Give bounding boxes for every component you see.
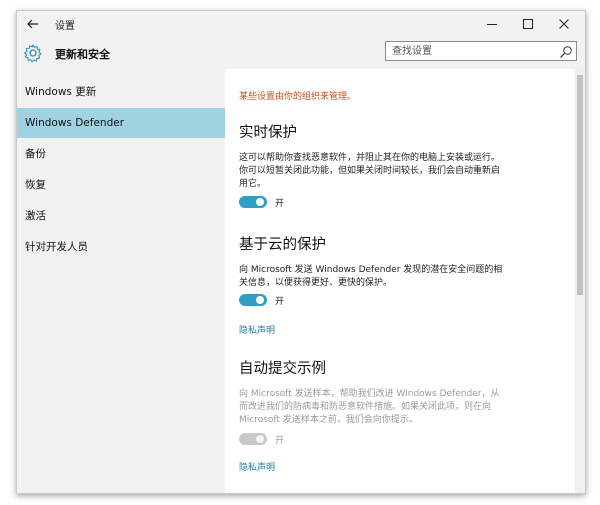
gear-icon: [24, 44, 42, 63]
cloud-protection-heading: 基于云的保护: [239, 237, 326, 253]
sidebar-item-windows-update[interactable]: Windows 更新: [17, 77, 225, 107]
toggle-knob: [256, 296, 264, 304]
sample-submission-toggle[interactable]: [239, 433, 267, 445]
description-line: 而改进我们的防病毒和防恶意软件措施。如果关闭此项，则在向: [239, 402, 492, 412]
sidebar-item-label: Windows 更新: [25, 86, 97, 98]
sample-submission-toggle-row: 开: [239, 432, 284, 446]
cloud-protection-description: 向 Microsoft 发送 Windows Defender 发现的潜在安全问…: [239, 264, 549, 290]
close-button[interactable]: [547, 11, 581, 37]
cloud-protection-toggle[interactable]: [239, 294, 267, 306]
sidebar-item-label: 恢复: [25, 179, 46, 191]
sidebar-item-recovery[interactable]: 恢复: [17, 170, 225, 200]
arrow-left-icon: [27, 19, 38, 29]
sample-submission-description: 向 Microsoft 发送样本，帮助我们改进 Windows Defender…: [239, 388, 549, 427]
sample-submission-heading: 自动提交示例: [239, 361, 326, 377]
sidebar-item-label: 针对开发人员: [25, 241, 88, 253]
realtime-protection-description: 这可以帮助你查找恶意软件，并阻止其在你的电脑上安装或运行。 你可以短暂关闭此功能…: [239, 152, 549, 191]
close-icon: [559, 19, 569, 29]
realtime-protection-toggle[interactable]: [239, 196, 267, 208]
search-button[interactable]: [559, 44, 573, 58]
minimize-icon: [487, 24, 497, 25]
scrollbar-thumb[interactable]: [577, 75, 583, 295]
content-pane: 某些设置由你的组织来管理。 实时保护 这可以帮助你查找恶意软件，并阻止其在你的电…: [225, 69, 575, 493]
window-title: 设置: [55, 21, 75, 32]
sidebar-item-activation[interactable]: 激活: [17, 201, 225, 231]
sample-submission-toggle-label: 开: [275, 435, 285, 446]
description-line: 向 Microsoft 发送 Windows Defender 发现的潜在安全问…: [239, 265, 503, 275]
managed-by-org-note: 某些设置由你的组织来管理。: [239, 92, 357, 102]
toggle-knob: [256, 198, 264, 206]
sidebar-item-backup[interactable]: 备份: [17, 139, 225, 169]
sidebar: Windows 更新 Windows Defender 备份 恢复 激活 针对开…: [17, 69, 225, 493]
sidebar-item-label: 备份: [25, 148, 46, 160]
content-scrollbar[interactable]: [575, 69, 585, 493]
sidebar-item-for-developers[interactable]: 针对开发人员: [17, 232, 225, 262]
cloud-privacy-statement-link[interactable]: 隐私声明: [239, 323, 275, 336]
description-line: 这可以帮助你查找恶意软件，并阻止其在你的电脑上安装或运行。: [239, 153, 501, 163]
description-line: 关信息，以便获得更好、更快的保护。: [239, 278, 393, 288]
description-line: Microsoft 发送样本之前，我们会向你提示。: [239, 415, 418, 425]
toggle-knob: [256, 435, 264, 443]
sample-privacy-statement-link[interactable]: 隐私声明: [239, 460, 275, 473]
maximize-icon: [523, 19, 533, 29]
page-title: 更新和安全: [55, 48, 110, 61]
search-icon: [560, 46, 572, 58]
search-box[interactable]: [385, 41, 577, 61]
sidebar-item-label: Windows Defender: [25, 117, 125, 129]
description-line: 向 Microsoft 发送样本，帮助我们改进 Windows Defender…: [239, 389, 500, 399]
sidebar-item-windows-defender[interactable]: Windows Defender: [17, 108, 225, 138]
description-line: 用它。: [239, 179, 267, 189]
minimize-button[interactable]: [475, 11, 509, 37]
cloud-protection-toggle-label: 开: [275, 296, 285, 307]
back-button[interactable]: [23, 15, 43, 33]
realtime-protection-toggle-label: 开: [275, 198, 285, 209]
cloud-protection-toggle-row: 开: [239, 293, 284, 307]
settings-window: 设置 更新和安全 查找设置 Windows 更新 Windows Defende…: [16, 10, 586, 494]
settings-header: 更新和安全: [17, 37, 585, 69]
maximize-button[interactable]: [511, 11, 545, 37]
description-line: 你可以短暂关闭此功能，但如果关闭时间较长，我们会自动重新启: [239, 166, 501, 176]
realtime-protection-toggle-row: 开: [239, 195, 284, 209]
realtime-protection-heading: 实时保护: [239, 125, 297, 141]
title-bar: 设置: [17, 11, 585, 37]
sidebar-item-label: 激活: [25, 210, 46, 222]
search-input[interactable]: [389, 43, 555, 59]
